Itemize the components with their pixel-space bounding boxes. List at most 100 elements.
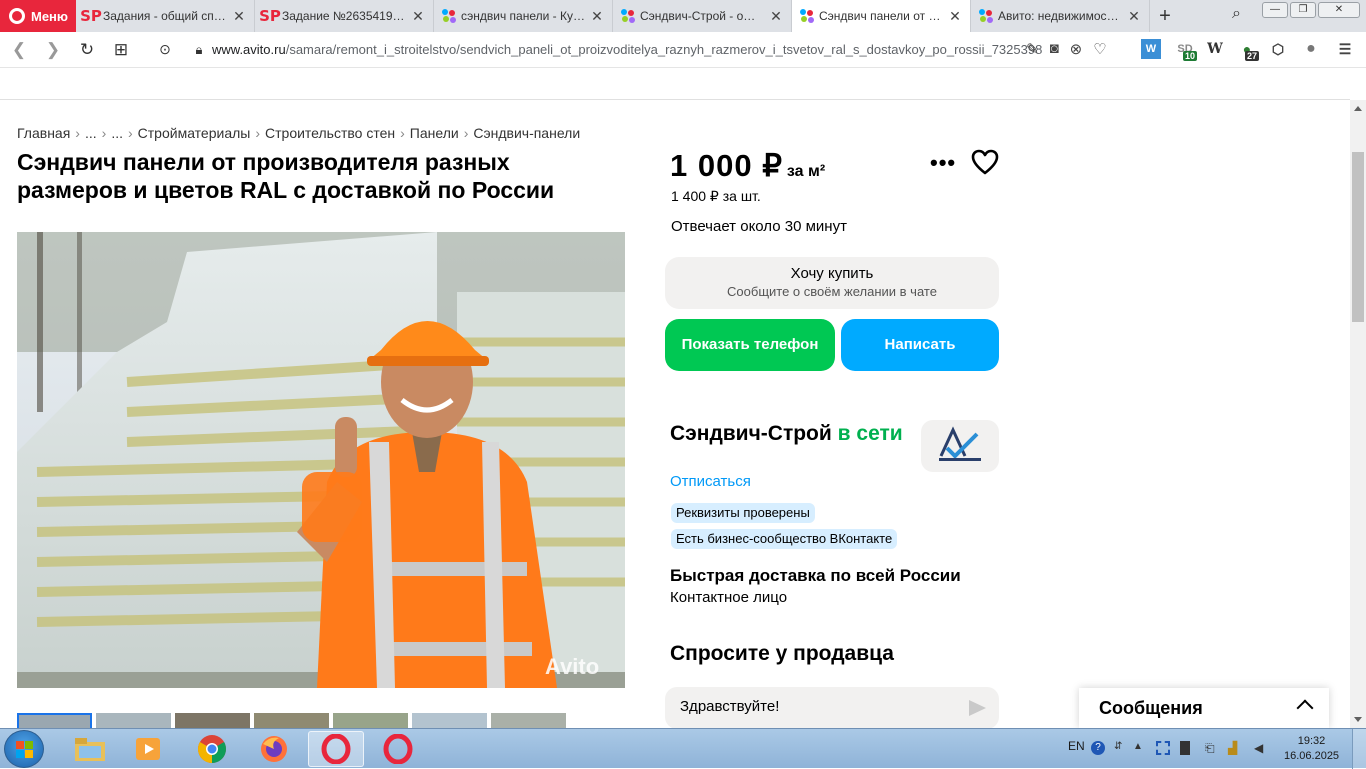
response-time: Отвечает около 30 минут (671, 218, 847, 235)
more-options-icon[interactable]: ••• (930, 150, 956, 176)
show-phone-button[interactable]: Показать телефон (665, 319, 835, 371)
help-icon[interactable]: ? (1091, 741, 1105, 755)
close-tab-icon[interactable]: ✕ (411, 8, 425, 25)
speed-dial-icon[interactable]: ⊞ (104, 40, 138, 60)
breadcrumb-wall-construction[interactable]: Строительство стен (265, 125, 395, 141)
extension-badge: 27 (1245, 51, 1260, 61)
opera-menu-button[interactable]: Меню (0, 0, 76, 32)
block-icon[interactable]: ⊗ (1070, 40, 1083, 58)
avito-watermark: Avito (545, 654, 599, 679)
thumbnail[interactable] (333, 713, 408, 728)
vk-community-badge[interactable]: Есть бизнес-сообщество ВКонтакте (671, 529, 898, 549)
breadcrumb-building-materials[interactable]: Стройматериалы (138, 125, 251, 141)
online-status: в сети (837, 422, 903, 445)
language-indicator[interactable]: EN (1068, 739, 1085, 753)
favorite-heart-icon[interactable] (971, 149, 999, 180)
tab-search-icon[interactable]: ⌕ (1232, 5, 1241, 23)
tab-title: Задания - общий список (103, 9, 227, 23)
breadcrumb-separator: › (463, 125, 469, 141)
close-window-button[interactable]: ✕ (1318, 2, 1360, 18)
messages-widget[interactable]: Сообщения (1079, 688, 1329, 728)
wiki-extension-icon[interactable]: W (1205, 39, 1225, 59)
breadcrumb-sandwich-panels[interactable]: Сэндвич-панели (473, 125, 580, 141)
page-scrollbar[interactable] (1350, 100, 1366, 728)
reload-icon[interactable]: ↻ (70, 40, 104, 60)
scroll-down-arrow-icon[interactable] (1354, 717, 1362, 722)
breadcrumb-panels[interactable]: Панели (410, 125, 459, 141)
address-actions: ✎ ◙ ⊗ ♡ (1026, 40, 1107, 58)
price-per-piece: 1 400 ₽ за шт. (671, 188, 761, 204)
location-pin-icon[interactable]: ⊙ (148, 41, 182, 58)
minimize-button[interactable]: — (1262, 2, 1288, 18)
unsubscribe-link[interactable]: Отписаться (670, 473, 751, 490)
tab-avito-home[interactable]: Авито: недвижимость, транспорт ✕ (971, 0, 1150, 32)
breadcrumb-item[interactable]: ... (111, 125, 123, 141)
close-tab-icon[interactable]: ✕ (769, 8, 783, 25)
cube-extension-icon[interactable]: ⬡ (1268, 39, 1288, 59)
volume-icon[interactable]: ◀ (1254, 741, 1268, 755)
tab-task-view[interactable]: SP Задание №2635419 - просмотр ✕ (255, 0, 434, 32)
word-extension-icon[interactable]: W (1141, 39, 1161, 59)
seller-name-line: Сэндвич-Строй в сети (670, 422, 903, 446)
close-tab-icon[interactable]: ✕ (1127, 8, 1141, 25)
firefox-taskbar-icon[interactable] (246, 731, 302, 767)
profile-icon[interactable]: ● (1301, 39, 1321, 59)
breadcrumb-home[interactable]: Главная (17, 125, 70, 141)
chrome-taskbar-icon[interactable] (184, 731, 240, 767)
lock-icon[interactable]: 🔒︎ (182, 42, 216, 58)
back-icon[interactable]: ❮ (2, 40, 36, 60)
forward-icon[interactable]: ❯ (36, 40, 70, 60)
main-product-photo[interactable]: Avito (17, 232, 625, 688)
ask-seller-message-input[interactable]: Здравствуйте! (665, 687, 999, 728)
thumbnail[interactable] (175, 713, 250, 728)
thumbnail[interactable] (412, 713, 487, 728)
thumbnail[interactable] (491, 713, 566, 728)
device-icon[interactable]: ⎗ (1205, 741, 1219, 755)
url-field[interactable]: www.avito.ru/samara/remont_i_stroitelstv… (212, 42, 1042, 57)
show-desktop-button[interactable] (1352, 729, 1366, 769)
breadcrumb-item[interactable]: ... (85, 125, 97, 141)
close-tab-icon[interactable]: ✕ (590, 8, 604, 25)
rank-extension-icon[interactable]: ● 27 (1237, 39, 1260, 61)
thumbnail[interactable] (96, 713, 171, 728)
photo-thumbnails (17, 713, 566, 728)
thumbnail[interactable] (17, 713, 92, 728)
want-to-buy-button[interactable]: Хочу купить Сообщите о своём желании в ч… (665, 257, 999, 309)
send-arrow-icon[interactable] (969, 700, 986, 716)
heart-icon[interactable]: ♡ (1093, 40, 1106, 58)
screenshot-tool-icon[interactable] (1156, 741, 1170, 755)
easy-setup-icon[interactable]: ☰ (1335, 39, 1355, 59)
new-tab-button[interactable]: + (1150, 0, 1180, 32)
show-hidden-icons-icon[interactable]: ▲ (1133, 741, 1147, 755)
camera-icon[interactable]: ◙ (1050, 40, 1059, 58)
start-button[interactable] (4, 730, 44, 768)
tab-seller-page[interactable]: Сэндвич-Строй - официальный ✕ (613, 0, 792, 32)
restore-button[interactable]: ❐ (1290, 2, 1316, 18)
chevron-up-icon[interactable] (1296, 699, 1314, 717)
edit-icon[interactable]: ✎ (1026, 40, 1039, 58)
network-signal-icon[interactable]: ▟ (1228, 741, 1242, 755)
scrollbar-thumb[interactable] (1352, 152, 1364, 322)
clock-time: 19:32 (1297, 735, 1326, 747)
sd-extension-icon[interactable]: SD 10 (1175, 39, 1198, 61)
tab-title: Авито: недвижимость, транспорт (998, 9, 1122, 23)
seller-name[interactable]: Сэндвич-Строй (670, 422, 832, 445)
explorer-taskbar-icon[interactable] (62, 731, 118, 767)
close-tab-icon[interactable]: ✕ (948, 8, 962, 25)
opera-taskbar-icon[interactable] (370, 731, 426, 767)
tab-avito-search[interactable]: сэндвич панели - Купить ✕ (434, 0, 613, 32)
tab-title: Задание №2635419 - просмотр (282, 9, 406, 23)
opera-taskbar-icon-active[interactable] (308, 731, 364, 767)
scroll-up-arrow-icon[interactable] (1354, 106, 1362, 111)
tab-tasks-list[interactable]: SP Задания - общий список ✕ (76, 0, 255, 32)
thumbnail[interactable] (254, 713, 329, 728)
price-unit: за м² (786, 163, 826, 180)
system-clock[interactable]: 19:32 16.06.2025 (1284, 734, 1339, 764)
media-player-taskbar-icon[interactable] (120, 731, 176, 767)
write-message-button[interactable]: Написать (841, 319, 999, 371)
close-tab-icon[interactable]: ✕ (232, 8, 246, 25)
contact-person-label: Контактное лицо (670, 589, 788, 606)
tab-listing-active[interactable]: Сэндвич панели от производителя ✕ (792, 0, 971, 32)
seller-logo[interactable] (921, 420, 999, 472)
language-settings-icon[interactable]: ⇵ (1114, 741, 1128, 755)
